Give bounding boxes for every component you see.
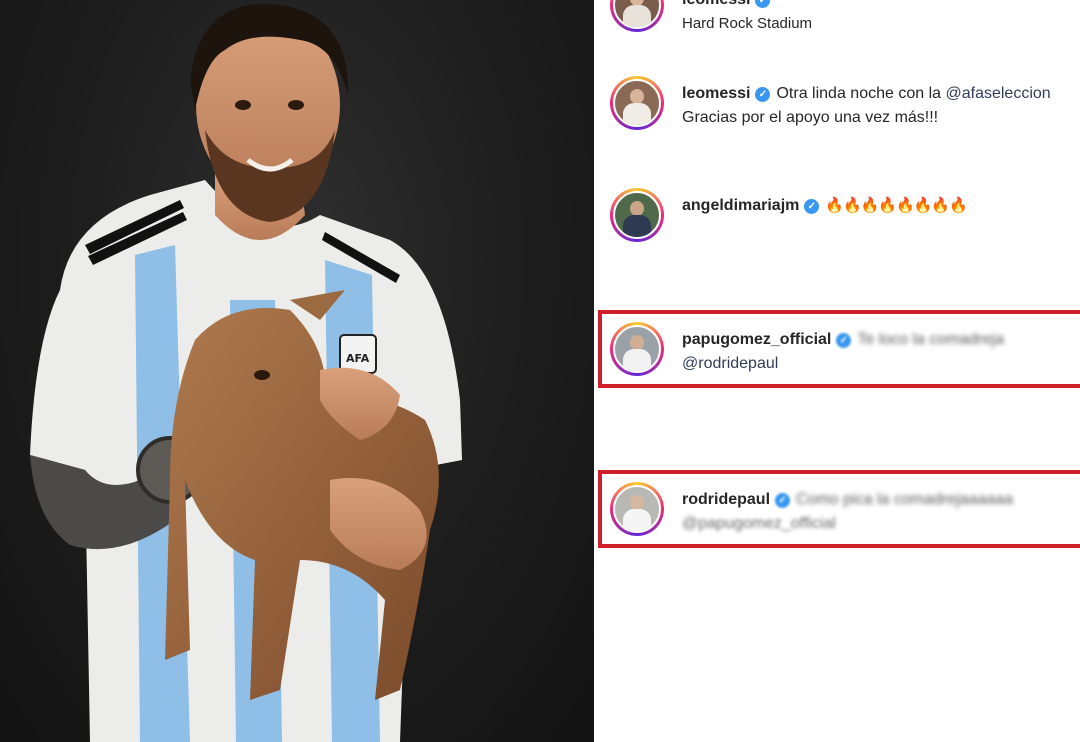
post-author-username[interactable]: leomessi	[682, 0, 750, 12]
comment-mention-blurred[interactable]: @papugomez_official	[682, 512, 1013, 536]
comment-first-line: papugomez_official ✓ Te loco la comadrej…	[682, 328, 1004, 352]
commenter-avatar[interactable]	[610, 482, 664, 536]
player-photo: AFA	[0, 0, 594, 742]
comment-text: Otra linda noche con la	[776, 85, 942, 102]
commenter-avatar[interactable]	[610, 188, 664, 242]
comment-mention[interactable]: @rodridepaul	[682, 352, 1004, 376]
comment-text: 🔥🔥🔥🔥🔥🔥🔥🔥	[825, 197, 967, 214]
comment-first-line: leomessi ✓ Otra linda noche con la @afas…	[682, 82, 1051, 106]
commenter-avatar[interactable]	[610, 322, 664, 376]
comment-text-blurred: Te loco la comadreja	[857, 331, 1005, 348]
comment-username[interactable]: papugomez_official	[682, 328, 831, 352]
verified-badge-icon: ✓	[836, 332, 852, 348]
verified-badge-icon: ✓	[804, 198, 820, 214]
commenter-avatar[interactable]	[610, 76, 664, 130]
comment-mention[interactable]: @afaseleccion	[945, 82, 1050, 106]
verified-badge-icon: ✓	[755, 0, 771, 8]
comment-text-continued: Gracias por el apoyo una vez más!!!	[682, 109, 939, 126]
comment-username[interactable]: angeldimariajm	[682, 194, 799, 218]
post-location[interactable]: Hard Rock Stadium	[682, 12, 812, 36]
player-holding-goat-illustration: AFA	[30, 3, 462, 742]
comment-username[interactable]: leomessi	[682, 82, 750, 106]
comment-username[interactable]: rodridepaul	[682, 488, 770, 512]
comment-feed[interactable]: leomessi ✓ Hard Rock Stadium leomessi ✓ …	[598, 0, 1080, 742]
verified-badge-icon: ✓	[775, 492, 791, 508]
verified-badge-icon: ✓	[755, 86, 771, 102]
post-author-avatar[interactable]	[610, 0, 664, 32]
comment-text-blurred: Como pica la comadrejaaaaaa	[796, 491, 1014, 508]
comment-first-line: rodridepaul ✓ Como pica la comadrejaaaaa…	[682, 488, 1013, 512]
comment-first-line: angeldimariajm ✓ 🔥🔥🔥🔥🔥🔥🔥🔥	[682, 194, 968, 218]
svg-text:AFA: AFA	[346, 352, 370, 365]
post-author-line: leomessi ✓	[682, 0, 812, 12]
